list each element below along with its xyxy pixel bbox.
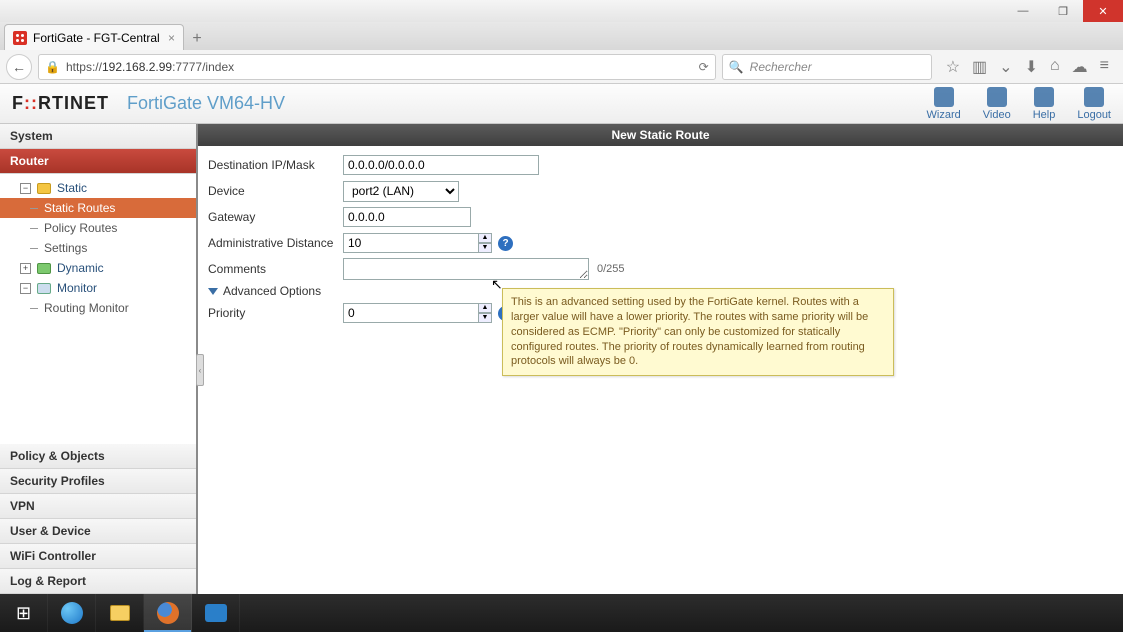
chevron-up-icon[interactable]: ▲ (478, 303, 492, 313)
search-icon: 🔍 (729, 60, 744, 74)
help-icon (1034, 87, 1054, 107)
sidebar: System Router − Static Static Routes Pol… (0, 124, 198, 594)
windows-taskbar: ⊞ (0, 594, 1123, 632)
label-comments: Comments (208, 262, 343, 276)
taskbar-firefox[interactable] (144, 594, 192, 632)
sidebar-section-router[interactable]: Router (0, 149, 196, 174)
app-icon (205, 604, 227, 622)
windows-icon: ⊞ (16, 603, 31, 624)
tree-item-settings[interactable]: Settings (0, 238, 196, 258)
folder-icon (37, 183, 51, 194)
browser-tabs: FortiGate - FGT-Central × + (0, 22, 1123, 50)
tree-item-routing-monitor[interactable]: Routing Monitor (0, 298, 196, 318)
taskbar-app[interactable] (192, 594, 240, 632)
collapse-icon[interactable]: − (20, 283, 31, 294)
window-titlebar: — ❐ ✕ (0, 0, 1123, 22)
help-button[interactable]: Help (1033, 87, 1056, 121)
sidebar-section-wifi-controller[interactable]: WiFi Controller (0, 544, 196, 569)
tree-node-monitor[interactable]: − Monitor (0, 278, 196, 298)
sidebar-section-security-profiles[interactable]: Security Profiles (0, 469, 196, 494)
logout-button[interactable]: Logout (1077, 87, 1111, 121)
fortinet-logo: F::RTINET (12, 93, 109, 114)
wizard-icon (934, 87, 954, 107)
taskbar-ie[interactable] (48, 594, 96, 632)
firefox-icon (157, 602, 179, 624)
sidebar-section-system[interactable]: System (0, 124, 196, 149)
priority-spinner[interactable]: ▲▼ (478, 303, 492, 323)
sidebar-section-log-report[interactable]: Log & Report (0, 569, 196, 594)
window-maximize[interactable]: ❐ (1043, 0, 1083, 22)
fortigate-favicon-icon (13, 31, 27, 45)
tree-node-static[interactable]: − Static (0, 178, 196, 198)
router-tree: − Static Static Routes Policy Routes Set… (0, 174, 196, 326)
pocket-icon[interactable]: ⌄ (999, 57, 1012, 77)
tab-title: FortiGate - FGT-Central (33, 31, 160, 45)
logout-icon (1084, 87, 1104, 107)
home-icon[interactable]: ⌂ (1050, 57, 1060, 77)
app-header: F::RTINET FortiGate VM64-HV Wizard Video… (0, 84, 1123, 124)
downloads-icon[interactable]: ⬇ (1025, 57, 1038, 77)
tab-close-icon[interactable]: × (168, 31, 175, 45)
collapse-icon[interactable]: − (20, 183, 31, 194)
device-select[interactable]: port2 (LAN) (343, 181, 459, 202)
back-button[interactable]: ← (6, 54, 32, 80)
new-tab-button[interactable]: + (184, 28, 210, 50)
chat-icon[interactable]: ☁ (1072, 57, 1088, 77)
sidebar-section-user-device[interactable]: User & Device (0, 519, 196, 544)
admin-distance-spinner[interactable]: ▲▼ (478, 233, 492, 253)
video-icon (987, 87, 1007, 107)
label-priority: Priority (208, 306, 343, 320)
chevron-down-icon[interactable]: ▼ (478, 243, 492, 253)
priority-input[interactable] (343, 303, 479, 323)
sidebar-section-policy-objects[interactable]: Policy & Objects (0, 444, 196, 469)
ie-icon (61, 602, 83, 624)
browser-tab[interactable]: FortiGate - FGT-Central × (4, 24, 184, 50)
label-admin-distance: Administrative Distance (208, 236, 343, 250)
url-text: https://192.168.2.99:7777/index (66, 60, 234, 74)
folder-icon (37, 263, 51, 274)
device-name: FortiGate VM64-HV (127, 93, 285, 114)
chevron-down-icon[interactable]: ▼ (478, 313, 492, 323)
window-minimize[interactable]: — (1003, 0, 1043, 22)
panel-title: New Static Route (198, 124, 1123, 146)
tree-item-policy-routes[interactable]: Policy Routes (0, 218, 196, 238)
browser-action-icons: ☆ ▥ ⌄ ⬇ ⌂ ☁ ≡ (938, 57, 1117, 77)
label-gateway: Gateway (208, 210, 343, 224)
destination-input[interactable] (343, 155, 539, 175)
video-button[interactable]: Video (983, 87, 1011, 121)
search-box[interactable]: 🔍 Rechercher (722, 54, 932, 80)
chevron-up-icon[interactable]: ▲ (478, 233, 492, 243)
triangle-down-icon (208, 288, 218, 295)
lock-icon: 🔒 (45, 60, 60, 74)
library-icon[interactable]: ▥ (972, 57, 987, 77)
window-close[interactable]: ✕ (1083, 0, 1123, 22)
wizard-button[interactable]: Wizard (927, 87, 961, 121)
bookmark-icon[interactable]: ☆ (946, 57, 960, 77)
search-placeholder: Rechercher (750, 60, 812, 74)
taskbar-explorer[interactable] (96, 594, 144, 632)
folder-icon (110, 605, 130, 621)
start-button[interactable]: ⊞ (0, 594, 48, 632)
monitor-icon (37, 283, 51, 294)
expand-icon[interactable]: + (20, 263, 31, 274)
priority-tooltip: This is an advanced setting used by the … (502, 288, 894, 376)
splitter-handle[interactable]: ‹ (196, 354, 204, 386)
comments-counter: 0/255 (597, 263, 625, 275)
gateway-input[interactable] (343, 207, 471, 227)
content-panel: ‹ New Static Route Destination IP/Mask D… (198, 124, 1123, 594)
label-destination: Destination IP/Mask (208, 158, 343, 172)
tree-item-static-routes[interactable]: Static Routes (0, 198, 196, 218)
menu-icon[interactable]: ≡ (1100, 57, 1109, 77)
label-device: Device (208, 184, 343, 198)
tree-node-dynamic[interactable]: + Dynamic (0, 258, 196, 278)
sidebar-section-vpn[interactable]: VPN (0, 494, 196, 519)
address-bar[interactable]: 🔒 https://192.168.2.99:7777/index ⟳ (38, 54, 716, 80)
help-icon[interactable]: ? (498, 236, 513, 251)
reload-icon[interactable]: ⟳ (699, 60, 709, 74)
comments-input[interactable] (343, 258, 589, 280)
admin-distance-input[interactable] (343, 233, 479, 253)
browser-toolbar: ← 🔒 https://192.168.2.99:7777/index ⟳ 🔍 … (0, 50, 1123, 84)
